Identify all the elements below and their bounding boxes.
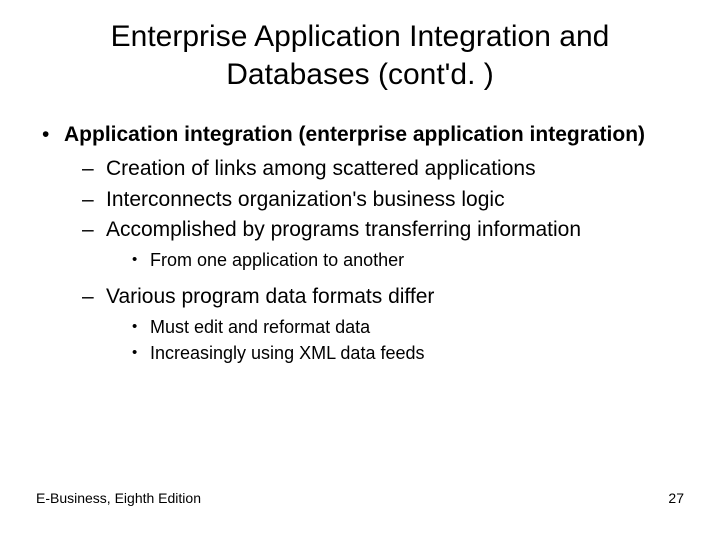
list-item: Interconnects organization's business lo… bbox=[82, 186, 684, 214]
bullet-list-level3: Must edit and reformat data Increasingly… bbox=[106, 315, 684, 366]
slide-title: Enterprise Application Integration and D… bbox=[36, 18, 684, 93]
slide: Enterprise Application Integration and D… bbox=[0, 0, 720, 540]
slide-content: Application integration (enterprise appl… bbox=[36, 121, 684, 366]
bullet-list-level2: Creation of links among scattered applic… bbox=[64, 155, 684, 365]
list-item: Accomplished by programs transferring in… bbox=[82, 216, 684, 273]
footer-source: E-Business, Eighth Edition bbox=[36, 490, 201, 506]
bullet-text: Must edit and reformat data bbox=[150, 317, 370, 337]
bullet-text: From one application to another bbox=[150, 250, 404, 270]
bullet-text: Creation of links among scattered applic… bbox=[106, 157, 536, 180]
list-item: Application integration (enterprise appl… bbox=[42, 121, 684, 366]
list-item: From one application to another bbox=[132, 248, 684, 272]
bullet-list-level1: Application integration (enterprise appl… bbox=[36, 121, 684, 366]
slide-footer: E-Business, Eighth Edition 27 bbox=[36, 490, 684, 506]
bullet-text: Increasingly using XML data feeds bbox=[150, 343, 425, 363]
bullet-text: Various program data formats differ bbox=[106, 285, 434, 308]
bullet-list-level3: From one application to another bbox=[106, 248, 684, 272]
bullet-text: Interconnects organization's business lo… bbox=[106, 188, 505, 211]
bullet-text: Accomplished by programs transferring in… bbox=[106, 218, 581, 241]
list-item: Various program data formats differ Must… bbox=[82, 283, 684, 366]
page-number: 27 bbox=[668, 490, 684, 506]
list-item: Increasingly using XML data feeds bbox=[132, 341, 684, 365]
list-item: Creation of links among scattered applic… bbox=[82, 155, 684, 183]
bullet-text: Application integration (enterprise appl… bbox=[64, 123, 645, 146]
list-item: Must edit and reformat data bbox=[132, 315, 684, 339]
